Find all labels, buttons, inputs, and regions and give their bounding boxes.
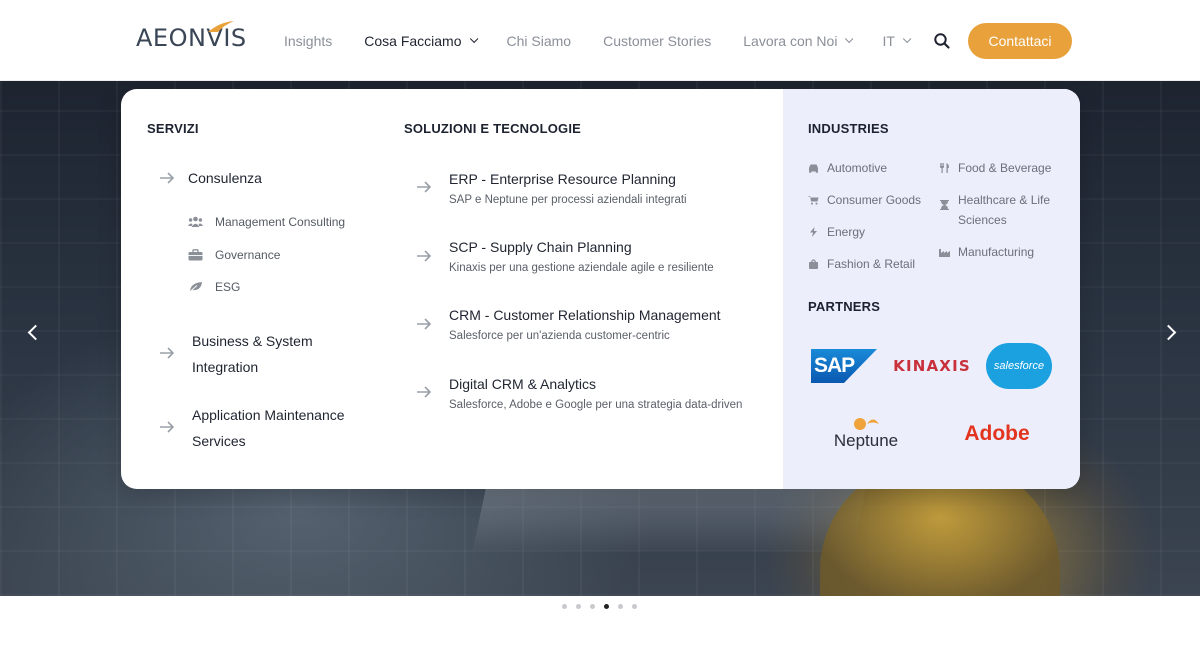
slider-dot[interactable] [618, 604, 623, 609]
industry-consumer-goods-label: Consumer Goods [827, 193, 922, 207]
nav-language[interactable]: IT [882, 32, 912, 49]
chevron-down-icon [469, 34, 478, 43]
crm-link[interactable]: CRM - Customer Relationship Management [449, 307, 721, 323]
bsi-line2: Integration [192, 359, 259, 375]
slider-dot[interactable] [562, 604, 567, 609]
scp-description: Kinaxis per una gestione aziendale agile… [449, 262, 714, 274]
arrow-right-icon [160, 347, 175, 359]
chevron-left-icon [27, 324, 44, 341]
nav-insights[interactable]: Insights [284, 33, 332, 49]
crm-description: Salesforce per un'azienda customer-centr… [449, 330, 670, 342]
arrow-right-icon [417, 386, 432, 398]
arrow-right-icon [160, 421, 175, 433]
arrow-right-icon [160, 172, 175, 184]
leaf-icon [188, 282, 202, 293]
salesforce-logo[interactable]: salesforce [986, 343, 1052, 389]
logo-swoosh-icon [208, 21, 234, 32]
bsi-line1: Business & System [192, 333, 313, 349]
nav-insights-label: Insights [284, 32, 333, 49]
nav-cosa-facciamo[interactable]: Cosa Facciamo [364, 32, 478, 49]
fork-knife-icon [940, 163, 949, 173]
industries-panel: INDUSTRIES Automotive Consumer Goods Ene… [783, 89, 1080, 489]
partners-title: PARTNERS [808, 299, 881, 314]
nav-cosa-facciamo-label: Cosa Facciamo [364, 32, 462, 49]
chevron-down-icon [845, 34, 854, 43]
erp-link[interactable]: ERP - Enterprise Resource Planning [449, 171, 676, 187]
industry-energy[interactable]: Energy [808, 222, 865, 242]
governance-label: Governance [215, 248, 281, 262]
industry-automotive[interactable]: Automotive [808, 158, 887, 178]
industry-icon [939, 249, 950, 257]
bag-icon [809, 259, 818, 269]
ams-line1: Application Maintenance [192, 407, 345, 423]
industry-fashion-retail-label: Fashion & Retail [827, 257, 916, 271]
slider-prev-button[interactable] [24, 323, 44, 343]
management-consulting-link[interactable]: Management Consulting [188, 215, 345, 229]
slider-next-button[interactable] [1160, 323, 1182, 343]
business-system-integration-link[interactable]: Business & System Integration [192, 328, 313, 380]
arrow-right-icon [417, 181, 432, 193]
search-button[interactable] [932, 31, 952, 51]
management-consulting-label: Management Consulting [215, 215, 346, 229]
chevron-right-icon [1160, 324, 1177, 341]
nav-lavora-con-noi[interactable]: Lavora con Noi [743, 32, 854, 49]
neptune-logo[interactable]: Neptune [828, 417, 904, 451]
servizi-title: SERVIZI [147, 121, 199, 136]
application-maintenance-link[interactable]: Application Maintenance Services [192, 402, 345, 454]
cart-icon [808, 196, 819, 205]
search-icon [934, 33, 950, 49]
arrow-right-icon [417, 318, 432, 330]
nav-language-label: IT [882, 32, 895, 49]
industry-food-beverage-label: Food & Beverage [958, 161, 1052, 175]
car-icon [809, 164, 818, 173]
bolt-icon [810, 227, 817, 237]
erp-description: SAP e Neptune per processi aziendali int… [449, 194, 687, 206]
hourglass-icon [940, 200, 949, 210]
mega-menu: SERVIZI Consulenza Management Consulting… [121, 89, 1080, 489]
neptune-logo-text: Neptune [833, 431, 899, 450]
slider-dot[interactable] [590, 604, 595, 609]
main-nav: Insights Cosa Facciamo Chi Siamo Custome… [284, 0, 940, 81]
ams-line2: Services [192, 433, 246, 449]
neptune-mark-icon [854, 418, 879, 430]
nav-customer-stories[interactable]: Customer Stories [603, 33, 711, 49]
industry-consumer-goods[interactable]: Consumer Goods [808, 190, 921, 210]
contattaci-button[interactable]: Contattaci [968, 23, 1072, 59]
industry-healthcare-life-sciences[interactable]: Healthcare & Life Sciences [939, 190, 1067, 230]
soluzioni-title: SOLUZIONI E TECNOLOGIE [404, 121, 582, 136]
industry-manufacturing-label: Manufacturing [958, 245, 1035, 259]
sap-logo[interactable]: SAP [811, 349, 877, 383]
slider-dot[interactable] [632, 604, 637, 609]
esg-label: ESG [215, 280, 241, 294]
industries-title: INDUSTRIES [808, 121, 889, 136]
slider-dot-active[interactable] [604, 604, 609, 609]
users-icon [188, 216, 203, 227]
esg-link[interactable]: ESG [188, 280, 240, 294]
aeonvis-logo[interactable]: AEONVIS [136, 21, 247, 52]
nav-customer-stories-label: Customer Stories [603, 32, 712, 49]
industry-fashion-retail[interactable]: Fashion & Retail [808, 254, 915, 274]
industry-food-beverage[interactable]: Food & Beverage [939, 158, 1051, 178]
slider-dot[interactable] [576, 604, 581, 609]
slider-dots [562, 604, 637, 609]
site-header: AEONVIS Insights Cosa Facciamo Chi Siamo… [0, 0, 1200, 81]
briefcase-icon [188, 249, 203, 261]
nav-chi-siamo-label: Chi Siamo [506, 32, 572, 49]
industry-healthcare-label: Healthcare & Life Sciences [958, 193, 1051, 227]
nav-lavora-con-noi-label: Lavora con Noi [743, 32, 838, 49]
kinaxis-logo[interactable]: KINAXIS [893, 351, 970, 381]
digital-crm-link[interactable]: Digital CRM & Analytics [449, 376, 596, 392]
adobe-logo[interactable]: Adobe [954, 419, 1040, 449]
industry-manufacturing[interactable]: Manufacturing [939, 242, 1034, 262]
consulenza-link[interactable]: Consulenza [188, 165, 262, 191]
nav-chi-siamo[interactable]: Chi Siamo [507, 33, 572, 49]
hero-conveyor-image [472, 481, 868, 551]
arrow-right-icon [417, 250, 432, 262]
industry-automotive-label: Automotive [827, 161, 888, 175]
governance-link[interactable]: Governance [188, 248, 280, 262]
scp-link[interactable]: SCP - Supply Chain Planning [449, 239, 632, 255]
industry-energy-label: Energy [827, 225, 866, 239]
chevron-down-icon [902, 34, 912, 43]
digital-crm-description: Salesforce, Adobe e Google per una strat… [449, 399, 743, 411]
